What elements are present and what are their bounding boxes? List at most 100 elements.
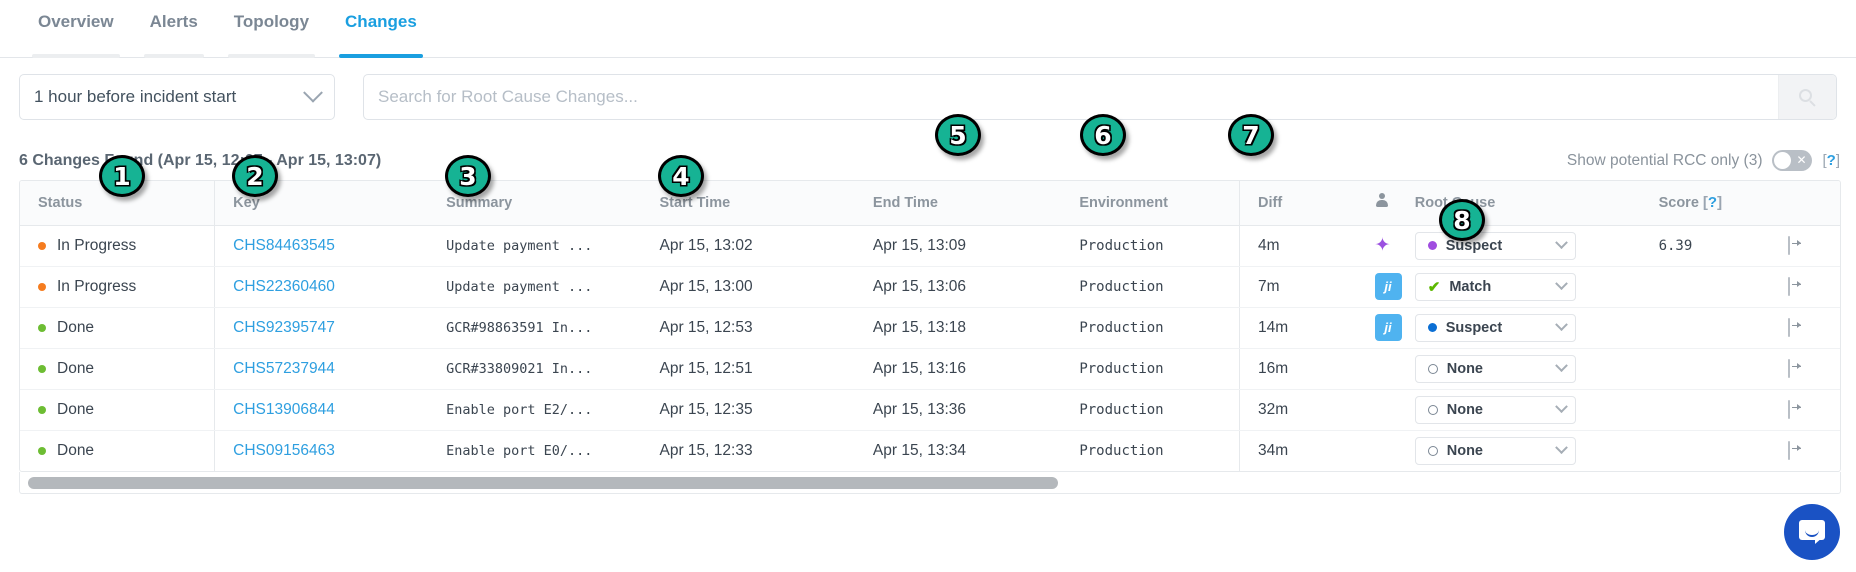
horizontal-scrollbar[interactable] <box>19 472 1841 494</box>
tab-underline <box>144 54 204 58</box>
cell-start-time: Apr 15, 13:00 <box>642 266 855 307</box>
open-details-icon[interactable] <box>1788 318 1790 337</box>
chevron-down-icon <box>303 83 323 103</box>
cell-summary: Update payment ... <box>428 225 641 266</box>
table-row[interactable]: In ProgressCHS84463545Update payment ...… <box>20 225 1840 266</box>
cell-start-time: Apr 15, 12:33 <box>642 430 855 471</box>
cell-root-cause: None <box>1411 348 1641 389</box>
change-key-link[interactable]: CHS22360460 <box>233 278 335 295</box>
tab-underline <box>32 54 120 58</box>
environment-text: Production <box>1079 279 1163 295</box>
open-details-icon[interactable] <box>1788 236 1790 255</box>
root-cause-empty-circle-icon <box>1428 446 1438 456</box>
root-cause-dropdown[interactable]: Suspect <box>1415 314 1576 342</box>
header-environment[interactable]: Environment <box>1061 181 1239 225</box>
tab-changes[interactable]: Changes <box>327 0 435 58</box>
cell-end-time: Apr 15, 13:34 <box>855 430 1061 471</box>
status-label: Done <box>57 319 94 337</box>
cell-key: CHS84463545 <box>215 225 428 266</box>
header-diff[interactable]: Diff <box>1240 181 1369 225</box>
tab-label: Overview <box>38 12 114 32</box>
filter-bar: 1 hour before incident start <box>0 74 1856 122</box>
cell-environment: Production <box>1061 348 1239 389</box>
cell-status: Done <box>20 348 215 389</box>
change-key-link[interactable]: CHS13906844 <box>233 401 335 418</box>
header-score[interactable]: Score [?] <box>1641 181 1770 225</box>
change-key-link[interactable]: CHS09156463 <box>233 442 335 459</box>
callout-marker-4: 4 <box>658 155 704 197</box>
chevron-down-icon <box>1555 359 1568 372</box>
cell-root-cause: None <box>1411 389 1641 430</box>
table-row[interactable]: DoneCHS13906844Enable port E2/...Apr 15,… <box>20 389 1840 430</box>
status-dot <box>38 406 46 414</box>
score-help-link[interactable]: [?] <box>1703 194 1722 211</box>
cell-actions <box>1770 389 1840 430</box>
root-cause-status-dot <box>1428 241 1437 250</box>
tab-topology[interactable]: Topology <box>216 0 327 58</box>
header-end-time[interactable]: End Time <box>855 181 1061 225</box>
time-range-select[interactable]: 1 hour before incident start <box>19 74 335 120</box>
cell-source: ji <box>1369 266 1411 307</box>
open-details-icon[interactable] <box>1788 441 1790 460</box>
tab-overview[interactable]: Overview <box>20 0 132 58</box>
callout-marker-8: 8 <box>1439 199 1485 241</box>
table-row[interactable]: Done CHS92395747 GCR#98863591 In...Apr 15,… <box>20 307 1840 348</box>
change-key-link[interactable]: CHS57237944 <box>233 360 335 377</box>
cell-key: CHS57237944 <box>215 348 428 389</box>
cell-source <box>1369 348 1411 389</box>
open-details-icon[interactable] <box>1788 400 1790 419</box>
root-cause-dropdown[interactable]: None <box>1415 396 1576 424</box>
cell-diff: 32m <box>1240 389 1369 430</box>
summary-text: Update payment ... <box>446 238 592 254</box>
callout-marker-7: 7 <box>1228 114 1274 156</box>
status-dot <box>38 242 46 250</box>
cell-score: 6.39 <box>1641 225 1770 266</box>
close-icon: ✕ <box>1795 152 1807 169</box>
chat-bubble-icon <box>1799 520 1825 544</box>
change-key-link[interactable]: CHS84463545 <box>233 237 335 254</box>
cell-end-time: Apr 15, 13:09 <box>855 225 1061 266</box>
search-button[interactable] <box>1778 75 1836 119</box>
ai-sparkle-icon: ✦ <box>1375 235 1391 256</box>
cell-diff: 4m <box>1240 225 1369 266</box>
root-cause-dropdown[interactable]: None <box>1415 355 1576 383</box>
root-cause-dropdown[interactable]: Suspect <box>1415 232 1576 260</box>
summary-text: GCR#33809021 In... <box>446 361 592 377</box>
table-row[interactable]: Done CHS57237944 GCR#33809021 In... Apr 15,… <box>20 348 1840 389</box>
search-input[interactable] <box>364 75 1778 119</box>
rcc-toggle[interactable]: ✕ <box>1772 150 1812 171</box>
time-range-value: 1 hour before incident start <box>34 87 306 107</box>
tab-alerts[interactable]: Alerts <box>132 0 216 58</box>
scrollbar-thumb[interactable] <box>28 477 1058 489</box>
toggle-knob <box>1774 152 1791 169</box>
cell-diff: 16m <box>1240 348 1369 389</box>
root-cause-dropdown[interactable]: None <box>1415 437 1576 465</box>
open-details-icon[interactable] <box>1788 359 1790 378</box>
score-value: 6.39 <box>1659 238 1693 254</box>
jira-icon[interactable]: ji <box>1375 273 1402 300</box>
table-row[interactable]: DoneCHS09156463Enable port E0/...Apr 15,… <box>20 430 1840 471</box>
status-label: Done <box>57 442 94 460</box>
callout-marker-5: 5 <box>935 114 981 156</box>
change-key-link[interactable]: CHS92395747 <box>233 319 335 336</box>
cell-actions <box>1770 266 1840 307</box>
summary-text: Enable port E2/... <box>446 402 592 418</box>
tab-underline <box>339 54 423 58</box>
cell-summary: Enable port E2/... <box>428 389 641 430</box>
root-cause-dropdown[interactable]: ✔Match <box>1415 273 1576 301</box>
open-details-icon[interactable] <box>1788 277 1790 296</box>
jira-icon[interactable]: ji <box>1375 314 1402 341</box>
cell-end-time: Apr 15, 13:16 <box>855 348 1061 389</box>
chat-widget-button[interactable] <box>1784 504 1840 560</box>
cell-source: ji <box>1369 307 1411 348</box>
cell-summary: GCR#98863591 In... <box>428 307 641 348</box>
rcc-help-link[interactable]: [?] <box>1822 152 1840 169</box>
status-dot <box>38 447 46 455</box>
cell-start-time: Apr 15, 12:53 <box>642 307 855 348</box>
table-row[interactable]: In ProgressCHS22360460Update payment ...… <box>20 266 1840 307</box>
bracket-close: ] <box>1717 194 1722 211</box>
cell-key: CHS92395747 <box>215 307 428 348</box>
cell-environment: Production <box>1061 430 1239 471</box>
root-cause-value: Suspect <box>1446 320 1548 336</box>
chevron-down-icon <box>1555 400 1568 413</box>
